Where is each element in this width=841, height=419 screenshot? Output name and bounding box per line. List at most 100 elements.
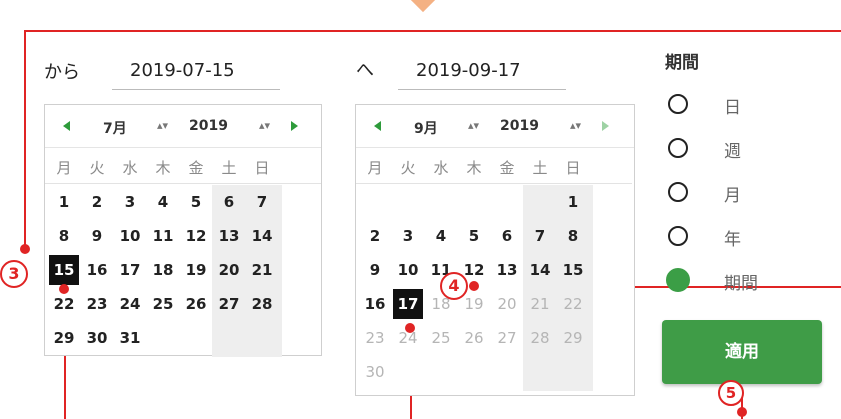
month-select[interactable]: 7月 [103, 118, 127, 138]
day-cell[interactable]: 5 [459, 221, 489, 251]
day-cell[interactable]: 8 [558, 221, 588, 251]
radio-button[interactable] [668, 226, 688, 246]
month-spinner-icon[interactable]: ▴▾ [468, 119, 479, 132]
day-cell[interactable]: 23 [82, 289, 112, 319]
day-cell[interactable]: 7 [247, 187, 277, 217]
day-cell[interactable]: 29 [49, 323, 79, 353]
annotation-dot [405, 323, 415, 333]
day-cell[interactable]: 20 [492, 289, 522, 319]
day-cell[interactable]: 4 [426, 221, 456, 251]
radio-button[interactable] [668, 138, 688, 158]
period-option-label: 年 [724, 230, 741, 250]
calendar-september: 9月 ▴▾ 2019 ▴▾ 月火水木金土日 1 2 3 4 5 6 7 8 9 10 11 12 13 14… [355, 104, 635, 396]
day-cell[interactable]: 7 [525, 221, 555, 251]
divider [356, 183, 632, 184]
day-cell[interactable]: 29 [558, 323, 588, 353]
day-cell[interactable]: 2 [82, 187, 112, 217]
day-cell[interactable]: 2 [360, 221, 390, 251]
day-cell[interactable]: 15 [49, 255, 79, 285]
weekday-label: 日 [254, 159, 270, 177]
day-cell[interactable]: 16 [360, 289, 390, 319]
day-cell[interactable]: 10 [115, 221, 145, 251]
annotation-dot [59, 284, 69, 294]
day-cell[interactable]: 24 [115, 289, 145, 319]
day-cell[interactable]: 9 [82, 221, 112, 251]
day-cell[interactable]: 15 [558, 255, 588, 285]
day-cell[interactable]: 13 [214, 221, 244, 251]
to-date-input[interactable]: 2019-09-17 [398, 60, 566, 90]
period-option-label: 月 [724, 186, 741, 206]
next-month-icon[interactable] [291, 121, 298, 131]
day-cell[interactable]: 4 [148, 187, 178, 217]
day-cell[interactable]: 22 [558, 289, 588, 319]
day-cell[interactable]: 30 [360, 357, 390, 387]
day-cell[interactable]: 28 [525, 323, 555, 353]
weekday-label: 日 [565, 159, 581, 177]
from-date-input[interactable]: 2019-07-15 [112, 60, 280, 90]
day-cell[interactable]: 8 [49, 221, 79, 251]
day-cell[interactable]: 10 [393, 255, 423, 285]
day-cell[interactable]: 25 [148, 289, 178, 319]
day-cell[interactable]: 1 [558, 187, 588, 217]
day-cell[interactable]: 3 [393, 221, 423, 251]
month-select[interactable]: 9月 [414, 118, 438, 138]
day-cell[interactable]: 25 [426, 323, 456, 353]
year-select[interactable]: 2019 [500, 118, 539, 134]
radio-button[interactable] [668, 94, 688, 114]
radio-button[interactable] [666, 268, 690, 292]
year-spinner-icon[interactable]: ▴▾ [570, 119, 581, 132]
day-cell[interactable]: 26 [459, 323, 489, 353]
weekday-label: 木 [155, 159, 171, 177]
day-cell[interactable]: 6 [492, 221, 522, 251]
day-cell[interactable]: 3 [115, 187, 145, 217]
day-cell[interactable]: 23 [360, 323, 390, 353]
day-cell[interactable]: 31 [115, 323, 145, 353]
prev-month-icon[interactable] [63, 121, 70, 131]
period-option-label: 日 [724, 98, 741, 118]
day-cell[interactable]: 1 [49, 187, 79, 217]
day-cell[interactable]: 17 [393, 289, 423, 319]
period-title: 期間 [665, 53, 699, 73]
day-cell[interactable]: 6 [214, 187, 244, 217]
to-date-value: 2019-09-17 [416, 60, 521, 81]
day-cell[interactable]: 19 [181, 255, 211, 285]
day-cell[interactable]: 14 [247, 221, 277, 251]
day-cell[interactable]: 26 [181, 289, 211, 319]
day-cell[interactable]: 27 [492, 323, 522, 353]
day-cell[interactable]: 28 [247, 289, 277, 319]
annotation-badge-3: 3 [0, 260, 28, 288]
day-cell[interactable]: 21 [247, 255, 277, 285]
weekday-label: 水 [433, 159, 449, 177]
from-label: から [44, 62, 80, 83]
prev-month-icon[interactable] [374, 121, 381, 131]
day-cell[interactable]: 14 [525, 255, 555, 285]
period-option-label: 期間 [724, 274, 758, 294]
day-cell[interactable]: 13 [492, 255, 522, 285]
weekday-label: 月 [367, 159, 383, 177]
weekday-label: 月 [56, 159, 72, 177]
divider [45, 183, 321, 184]
day-cell[interactable]: 12 [181, 221, 211, 251]
day-cell[interactable]: 21 [525, 289, 555, 319]
day-cell[interactable]: 16 [82, 255, 112, 285]
year-spinner-icon[interactable]: ▴▾ [259, 119, 270, 132]
day-cell[interactable]: 18 [148, 255, 178, 285]
day-cell[interactable]: 5 [181, 187, 211, 217]
day-cell[interactable]: 9 [360, 255, 390, 285]
period-option-label: 週 [724, 142, 741, 162]
day-cell[interactable]: 17 [115, 255, 145, 285]
day-cell[interactable]: 30 [82, 323, 112, 353]
day-cell[interactable]: 11 [148, 221, 178, 251]
annotation-line [24, 30, 841, 32]
top-marker [408, 0, 438, 13]
weekday-label: 金 [499, 159, 515, 177]
year-select[interactable]: 2019 [189, 118, 228, 134]
weekday-label: 木 [466, 159, 482, 177]
next-month-icon[interactable] [602, 121, 609, 131]
day-cell[interactable]: 20 [214, 255, 244, 285]
month-spinner-icon[interactable]: ▴▾ [157, 119, 168, 132]
radio-button[interactable] [668, 182, 688, 202]
day-cell[interactable]: 27 [214, 289, 244, 319]
to-label: へ [356, 60, 374, 81]
apply-button[interactable]: 適用 [662, 320, 822, 384]
